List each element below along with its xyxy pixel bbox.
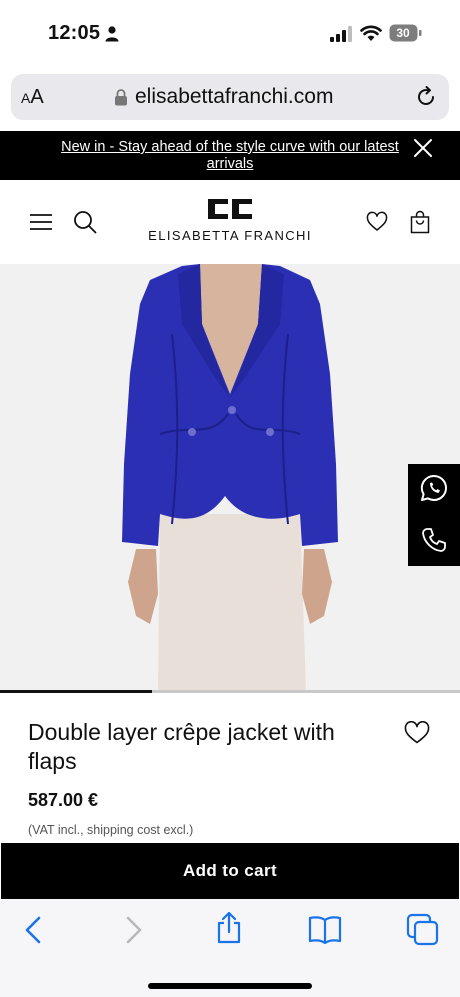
announcement-link[interactable]: New in - Stay ahead of the style curve w… — [60, 139, 400, 173]
add-to-cart-button[interactable]: Add to cart — [1, 843, 459, 899]
tabs-icon[interactable] — [406, 913, 440, 947]
gallery-progress — [0, 690, 460, 693]
contact-widget — [408, 464, 460, 566]
back-icon[interactable] — [17, 913, 51, 947]
signal-icon — [330, 26, 352, 42]
announcement-banner: New in - Stay ahead of the style curve w… — [0, 131, 460, 180]
whatsapp-icon[interactable] — [420, 474, 448, 502]
reload-icon[interactable] — [414, 85, 438, 109]
gallery-progress-fill — [0, 690, 152, 693]
product-image[interactable] — [0, 264, 460, 690]
bookmarks-icon[interactable] — [308, 913, 342, 947]
product-photo — [122, 264, 338, 690]
person-icon — [105, 26, 119, 42]
status-bar: 12:05 30 — [0, 0, 460, 66]
battery-level: 30 — [396, 26, 410, 40]
heart-icon[interactable] — [366, 211, 388, 233]
share-icon[interactable] — [212, 911, 246, 945]
home-indicator — [148, 983, 312, 989]
heart-icon[interactable] — [404, 721, 430, 745]
reader-mode-button[interactable]: AA — [21, 74, 44, 120]
battery-icon: 30 — [389, 24, 423, 42]
vat-note: (VAT incl., shipping cost excl.) — [28, 823, 194, 837]
lock-icon — [115, 89, 127, 106]
brand-name[interactable]: ELISABETTA FRANCHI — [130, 228, 330, 243]
address-bar[interactable]: AA elisabettafranchi.com — [11, 74, 449, 120]
url-text: elisabettafranchi.com — [135, 85, 334, 108]
site-header — [0, 180, 460, 264]
status-time: 12:05 — [48, 22, 101, 44]
search-icon[interactable] — [73, 210, 97, 234]
brand-logo-icon[interactable] — [206, 197, 254, 221]
close-icon[interactable] — [412, 137, 434, 159]
wifi-icon — [360, 25, 382, 41]
forward-icon[interactable] — [116, 913, 150, 947]
bag-icon[interactable] — [410, 210, 430, 234]
product-price: 587.00 € — [28, 790, 99, 810]
menu-icon[interactable] — [30, 213, 52, 231]
product-title: Double layer crêpe jacket with flaps — [28, 719, 335, 774]
phone-icon[interactable] — [421, 527, 447, 553]
